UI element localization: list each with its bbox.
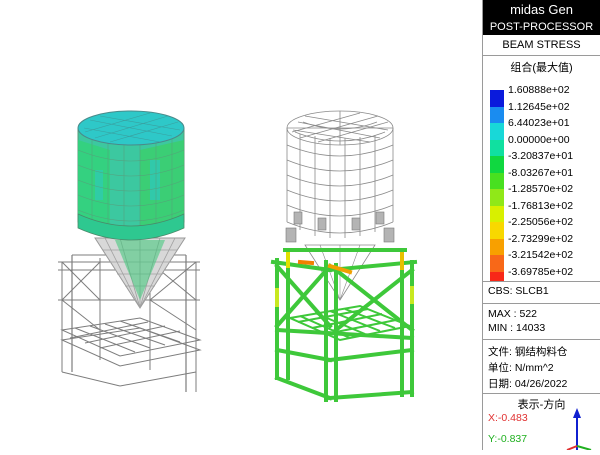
legend-swatch — [490, 271, 504, 281]
legend-row: -2.73299e+02 — [488, 231, 598, 256]
legend-value: -3.20837e+01 — [508, 150, 574, 162]
legend-value: 1.60888e+02 — [508, 84, 570, 96]
legend-value: -3.21542e+02 — [508, 249, 574, 261]
axis-y-value: Y:-0.837 — [488, 433, 528, 445]
legend-row: -3.20837e+01 — [488, 148, 598, 173]
unit-label: 单位: — [488, 362, 512, 374]
legend-value: -8.03267e+01 — [508, 166, 574, 179]
legend-value: -2.73299e+02 — [508, 232, 574, 245]
legend-row: 1.12645e+02 — [488, 99, 598, 124]
unit-value: N/mm^2 — [514, 362, 554, 374]
legend-row: -8.03267e+01 — [488, 165, 598, 190]
legend-value: 1.12645e+02 — [508, 100, 570, 113]
file-row: 文件: 钢结构料仓 — [488, 344, 567, 359]
legend-row: 6.44023e+01 — [488, 115, 598, 140]
mode-label: POST-PROCESSOR — [483, 19, 600, 35]
legend-row: -1.28570e+02 — [488, 181, 598, 206]
date-label: 日期: — [488, 378, 512, 390]
left-silo-model — [58, 110, 202, 392]
legend-row: -2.25056e+02 — [488, 214, 598, 239]
unit-row: 单位: N/mm^2 — [488, 360, 554, 375]
result-type: BEAM STRESS — [502, 39, 581, 51]
stress-legend: 1.60888e+02 1.12645e+02 6.44023e+01 0.00… — [488, 82, 598, 281]
legend-value: -2.25056e+02 — [508, 216, 574, 228]
legend-row: -3.69785e+02 — [488, 264, 598, 281]
legend-row: -1.76813e+02 — [488, 198, 598, 223]
file-value: 钢结构料仓 — [514, 346, 568, 358]
date-row: 日期: 04/26/2022 — [488, 376, 567, 391]
max-label: MAX : 522 — [488, 308, 538, 320]
combination-label: 组合(最大值) — [510, 62, 573, 74]
legend-value: 0.00000e+00 — [508, 133, 570, 146]
date-value: 04/26/2022 — [514, 378, 568, 390]
file-label: 文件: — [488, 346, 512, 358]
right-silo-model — [270, 110, 418, 402]
axis-triad-icon — [566, 408, 592, 450]
app-title: midas Gen — [483, 0, 600, 19]
legend-row: -3.21542e+02 — [488, 247, 598, 272]
axis-x-value: X:-0.483 — [488, 412, 528, 424]
min-label: MIN : 14033 — [488, 322, 546, 334]
legend-value: -1.28570e+02 — [508, 183, 574, 195]
post-processor-panel: midas Gen POST-PROCESSOR BEAM STRESS 组合(… — [482, 0, 600, 450]
cbs-label: CBS: SLCB1 — [488, 285, 549, 297]
legend-value: -3.69785e+02 — [508, 265, 574, 278]
legend-row: 1.60888e+02 — [488, 82, 598, 107]
legend-value: -1.76813e+02 — [508, 199, 574, 212]
legend-value: 6.44023e+01 — [508, 117, 570, 129]
model-viewport[interactable] — [0, 0, 482, 450]
legend-row: 0.00000e+00 — [488, 132, 598, 157]
